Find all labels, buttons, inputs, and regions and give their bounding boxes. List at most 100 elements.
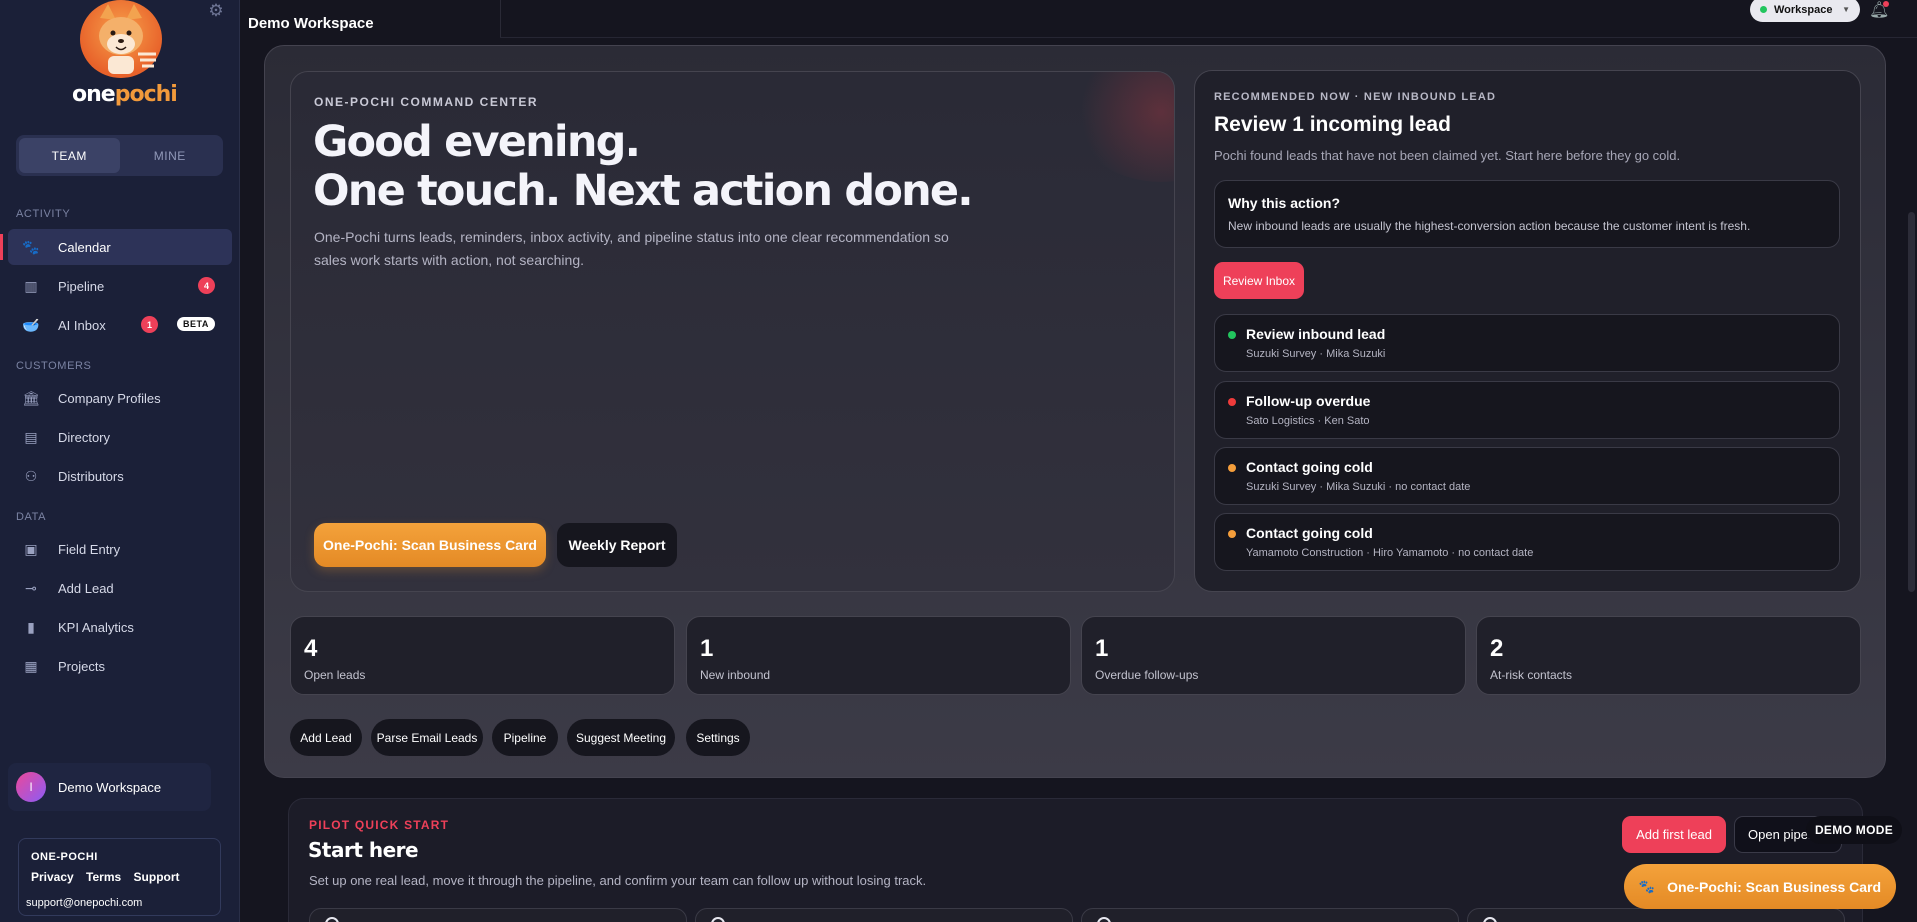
why-title: Why this action? [1228, 195, 1340, 211]
greeting-headline: Good evening. One touch. Next action don… [313, 117, 974, 216]
clipboard-icon: ▦ [24, 657, 38, 674]
toggle-team[interactable]: TEAM [19, 138, 120, 173]
footer-title: ONE-POCHI [31, 851, 98, 863]
kpi-card-new-inbound[interactable]: 1 New inbound [686, 616, 1071, 695]
ai-inbox-count-badge: 1 [141, 316, 158, 333]
sidebar-item-label: Company Profiles [58, 390, 161, 406]
paw-icon: 🐾 [22, 238, 40, 255]
toggle-mine[interactable]: MINE [120, 138, 221, 173]
onepochi-logo[interactable]: onepochi [72, 0, 178, 112]
brand-right: pochi [114, 82, 178, 107]
camera-icon: ▣ [24, 540, 38, 557]
sidebar-item-distributors[interactable]: ⚇ Distributors [8, 458, 232, 494]
task-item[interactable]: Follow-up overdue Sato Logistics · Ken S… [1214, 381, 1840, 439]
chip-suggest-meeting[interactable]: Suggest Meeting [567, 719, 675, 756]
distributor-icon: ⚇ [24, 467, 38, 484]
support-email-link[interactable]: support@onepochi.com [26, 897, 142, 909]
pilot-step-card[interactable] [1081, 908, 1459, 922]
task-detail: Suzuki Survey · Mika Suzuki [1246, 348, 1386, 360]
command-center-eyebrow: ONE-POCHI COMMAND CENTER [314, 95, 538, 109]
chip-add-lead[interactable]: Add Lead [290, 719, 362, 756]
scrollbar[interactable] [1908, 212, 1915, 592]
privacy-link[interactable]: Privacy [31, 870, 74, 884]
task-title: Review inbound lead [1246, 326, 1386, 342]
sidebar-item-label: Pipeline [58, 278, 105, 294]
kpi-value: 1 [1095, 635, 1109, 662]
status-dot [1228, 331, 1236, 339]
terms-link[interactable]: Terms [86, 870, 121, 884]
pipeline-count-badge: 4 [198, 277, 215, 294]
beta-tag: BETA [177, 317, 215, 331]
sidebar-item-label: Directory [58, 429, 111, 445]
sidebar-item-projects[interactable]: ▦ Projects [8, 648, 232, 684]
topbar [240, 0, 1917, 40]
notification-dot [1883, 1, 1889, 7]
greeting-line-1: Good evening. [313, 117, 641, 167]
task-item[interactable]: Contact going cold Suzuki Survey · Mika … [1214, 447, 1840, 505]
task-title: Contact going cold [1246, 525, 1373, 541]
sidebar-item-directory[interactable]: ▤ Directory [8, 419, 232, 455]
chip-parse-email-leads[interactable]: Parse Email Leads [371, 719, 483, 756]
kpi-card-open-leads[interactable]: 4 Open leads [290, 616, 675, 695]
fab-label: One-Pochi: Scan Business Card [1667, 878, 1882, 895]
workspace-switcher[interactable]: Workspace ▼ [1750, 0, 1860, 22]
sidebar: onepochi ⚙ TEAM MINE ACTIVITY 🐾 Calendar… [0, 0, 240, 922]
kpi-label: At-risk contacts [1490, 668, 1573, 682]
topbar-divider [500, 0, 501, 38]
pilot-subtitle: Set up one real lead, move it through th… [309, 873, 927, 888]
task-title: Follow-up overdue [1246, 393, 1371, 409]
sidebar-item-field-entry[interactable]: ▣ Field Entry [8, 531, 232, 567]
recommendation-eyebrow: RECOMMENDED NOW · NEW INBOUND LEAD [1214, 91, 1497, 103]
user-profile-button[interactable]: I Demo Workspace [8, 763, 211, 811]
chevron-down-icon: ▼ [1842, 5, 1850, 14]
kpi-label: New inbound [700, 668, 771, 682]
pilot-step-card[interactable] [309, 908, 687, 922]
section-data: DATA [16, 511, 47, 523]
sidebar-item-company-profiles[interactable]: 🏛 Company Profiles [8, 380, 232, 416]
bowl-icon: 🥣 [22, 316, 40, 333]
sidebar-item-label: Projects [58, 658, 105, 674]
why-this-action-box: Why this action? New inbound leads are u… [1214, 180, 1840, 248]
chip-pipeline[interactable]: Pipeline [492, 719, 558, 756]
add-first-lead-button[interactable]: Add first lead [1622, 816, 1726, 853]
kpi-value: 2 [1490, 635, 1504, 662]
footer-links: Privacy Terms Support [31, 870, 208, 884]
task-title: Contact going cold [1246, 459, 1373, 475]
chip-settings[interactable]: Settings [686, 719, 750, 756]
sidebar-item-calendar[interactable]: 🐾 Calendar [8, 229, 232, 265]
task-detail: Sato Logistics · Ken Sato [1246, 415, 1370, 427]
sidebar-item-add-lead[interactable]: ⊸ Add Lead [8, 570, 232, 606]
review-inbox-button[interactable]: Review Inbox [1214, 262, 1304, 299]
demo-mode-badge: DEMO MODE [1806, 816, 1902, 844]
scan-business-card-fab[interactable]: 🐾 One-Pochi: Scan Business Card [1624, 864, 1896, 909]
step-circle-icon [711, 917, 725, 922]
sidebar-item-kpi-analytics[interactable]: ▮ KPI Analytics [8, 609, 232, 645]
kpi-label: Open leads [304, 668, 366, 682]
weekly-report-button[interactable]: Weekly Report [557, 523, 677, 567]
section-activity: ACTIVITY [16, 208, 71, 220]
team-mine-toggle: TEAM MINE [16, 135, 223, 176]
paw-icon: 🐾 [1638, 878, 1656, 894]
task-item[interactable]: Contact going cold Yamamoto Construction… [1214, 513, 1840, 571]
recommendation-subtitle: Pochi found leads that have not been cla… [1214, 148, 1681, 163]
pipeline-icon: ▥ [24, 277, 38, 294]
scan-business-card-button[interactable]: One-Pochi: Scan Business Card [314, 523, 546, 567]
sidebar-item-label: Calendar [58, 239, 111, 255]
support-link[interactable]: Support [134, 870, 180, 884]
status-dot [1228, 464, 1236, 472]
bar-chart-icon: ▮ [27, 618, 35, 635]
task-item[interactable]: Review inbound lead Suzuki Survey · Mika… [1214, 314, 1840, 372]
sidebar-item-label: Distributors [58, 468, 124, 484]
kpi-card-overdue-follow-ups[interactable]: 1 Overdue follow-ups [1081, 616, 1466, 695]
pilot-step-card[interactable] [1467, 908, 1845, 922]
kpi-card-at-risk-contacts[interactable]: 2 At-risk contacts [1476, 616, 1861, 695]
status-dot [1228, 398, 1236, 406]
greeting-line-2: One touch. Next action done. [313, 166, 974, 216]
sidebar-item-label: KPI Analytics [58, 619, 134, 635]
recommendation-title: Review 1 incoming lead [1214, 113, 1451, 136]
settings-gear-icon[interactable]: ⚙ [207, 2, 225, 20]
pilot-step-card[interactable] [695, 908, 1073, 922]
why-text: New inbound leads are usually the highes… [1228, 219, 1751, 233]
workspace-label: Workspace [1774, 3, 1833, 16]
status-dot [1760, 6, 1767, 13]
